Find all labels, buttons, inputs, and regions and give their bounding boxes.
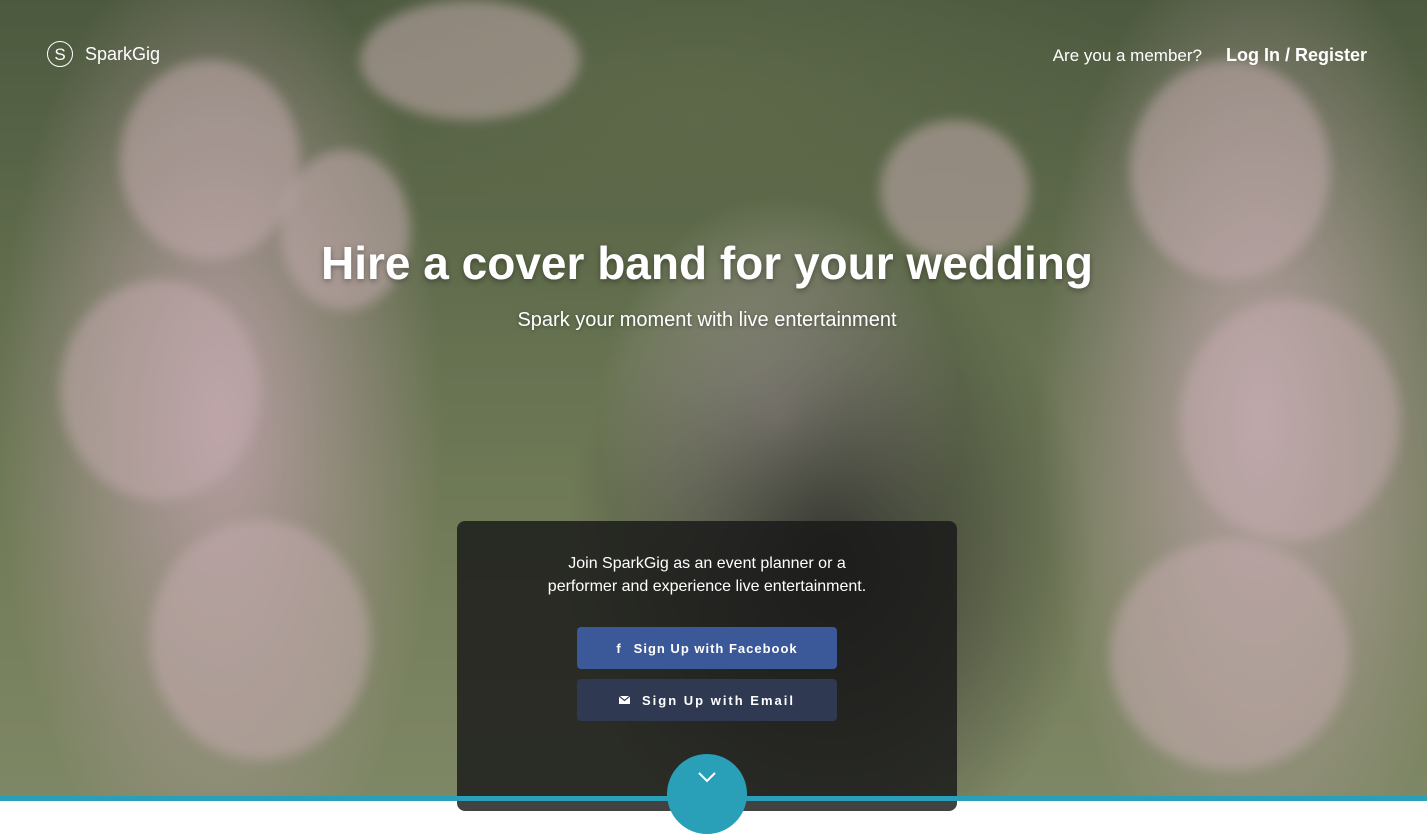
signup-intro: Join SparkGig as an event planner or a p… bbox=[497, 552, 917, 598]
signup-facebook-label: Sign Up with Facebook bbox=[633, 640, 798, 656]
signup-intro-line-2: performer and experience live entertainm… bbox=[547, 578, 867, 595]
login-register-link[interactable]: Log In / Register bbox=[1226, 45, 1367, 66]
logo-circle-icon: S bbox=[47, 41, 73, 67]
chevron-down-icon bbox=[697, 770, 717, 834]
hero-headline: Hire a cover band for your wedding bbox=[321, 237, 1093, 289]
top-nav: Are you a member? Log In / Register bbox=[1053, 45, 1367, 66]
bottom-accent-bar bbox=[0, 796, 1427, 801]
scroll-down-button[interactable] bbox=[667, 754, 747, 834]
facebook-icon: f bbox=[616, 640, 622, 656]
hero-subheadline: Spark your moment with live entertainmen… bbox=[517, 309, 897, 331]
member-prompt: Are you a member? bbox=[1052, 45, 1202, 65]
signup-email-button[interactable]: Sign Up with Email bbox=[577, 679, 837, 721]
envelope-icon bbox=[618, 696, 630, 704]
signup-intro-line-1: Join SparkGig as an event planner or a bbox=[568, 555, 846, 572]
brand-logo[interactable]: S SparkGig bbox=[47, 41, 160, 67]
signup-email-label: Sign Up with Email bbox=[641, 692, 795, 708]
signup-facebook-button[interactable]: f Sign Up with Facebook bbox=[577, 627, 837, 669]
brand-name: SparkGig bbox=[85, 43, 161, 64]
